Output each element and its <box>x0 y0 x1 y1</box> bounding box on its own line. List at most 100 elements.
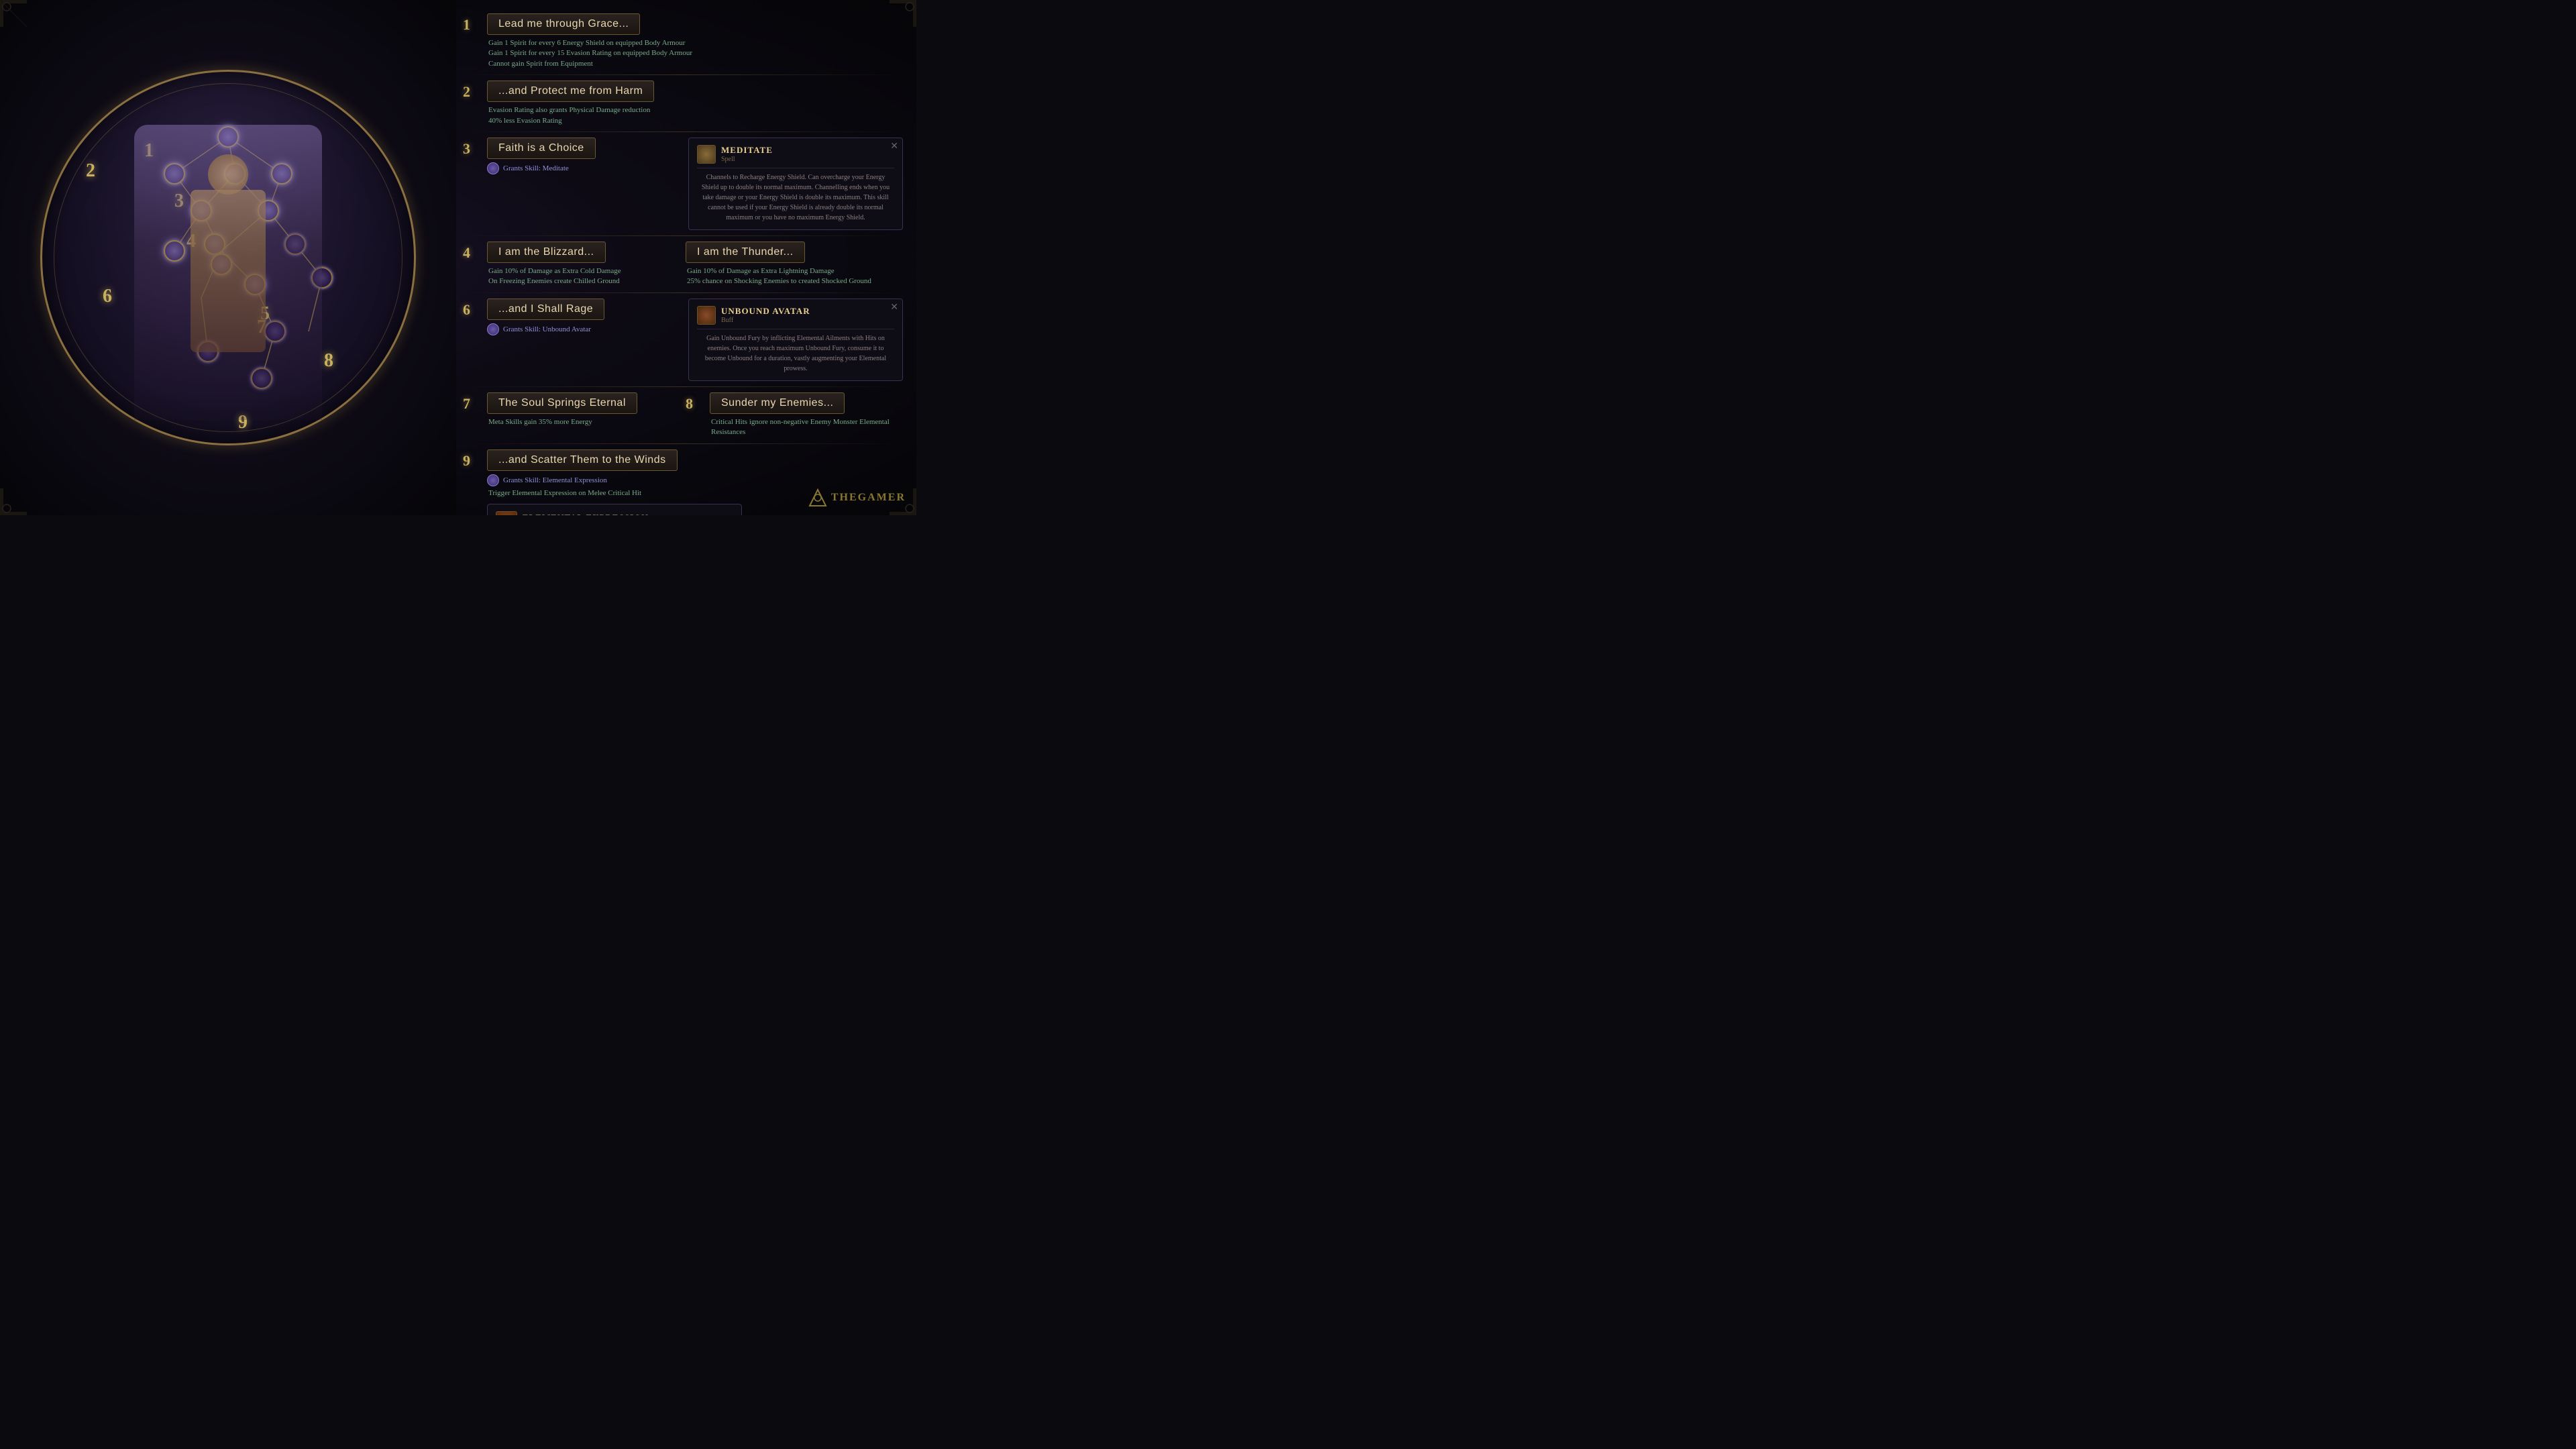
skill-desc-5-line1: Gain 10% of Damage as Extra Lightning Da… <box>687 266 903 276</box>
tooltip-title-area-6: Unbound Avatar Buff <box>721 306 810 324</box>
skill-tooltip-3: ✕ Meditate Spell Channels to Recharge En… <box>688 138 903 230</box>
skill-grant-label-9: Grants Skill: Elemental Expression <box>503 476 607 484</box>
tooltip-body-6: Gain Unbound Fury by inflicting Elementa… <box>697 333 894 374</box>
skill-number-1: 1 <box>463 16 482 34</box>
skill-desc-5-line2: 25% chance on Shocking Enemies to create… <box>687 276 903 286</box>
skill-grant-icon-3 <box>487 162 499 174</box>
skill-row-7-inner: 7 The Soul Springs Eternal Meta Skills g… <box>463 392 680 427</box>
skill-desc-7-line1: Meta Skills gain 35% more Energy <box>488 417 680 427</box>
skill-grant-label-6: Grants Skill: Unbound Avatar <box>503 325 591 333</box>
left-panel: 1 2 3 4 5 6 7 8 9 <box>0 0 456 515</box>
skill-content-8: Sunder my Enemies... Critical Hits ignor… <box>710 392 903 438</box>
skill-row-3: 3 Faith is a Choice Grants Skill: Medita… <box>463 138 903 230</box>
skill-row-8-wrap: 8 Sunder my Enemies... Critical Hits ign… <box>686 392 903 438</box>
skill-grant-icon-9 <box>487 474 499 486</box>
skill-content-2: ...and Protect me from Harm Evasion Rati… <box>487 80 903 126</box>
skill-button-7[interactable]: The Soul Springs Eternal <box>487 392 637 414</box>
skill-button-8[interactable]: Sunder my Enemies... <box>710 392 845 414</box>
skill-grant-icon-6 <box>487 323 499 335</box>
skill-content-7: The Soul Springs Eternal Meta Skills gai… <box>487 392 680 427</box>
skill-row-2: 2 ...and Protect me from Harm Evasion Ra… <box>463 80 903 126</box>
tooltip-title-9: Elemental Expression <box>523 513 649 515</box>
skill-desc-2: Evasion Rating also grants Physical Dama… <box>487 105 903 126</box>
skill-row-4-inner: 4 I am the Blizzard... Gain 10% of Damag… <box>463 241 680 287</box>
skill-button-9[interactable]: ...and Scatter Them to the Winds <box>487 449 678 471</box>
tooltip-body-3: Channels to Recharge Energy Shield. Can … <box>697 172 894 223</box>
skill-left-6: ...and I Shall Rage Grants Skill: Unboun… <box>487 299 683 335</box>
tooltip-close-3[interactable]: ✕ <box>890 141 898 152</box>
skill-number-3: 3 <box>463 140 482 158</box>
watermark-logo <box>808 488 827 507</box>
divider-6 <box>463 443 903 444</box>
skill-content-4: I am the Blizzard... Gain 10% of Damage … <box>487 241 680 287</box>
tooltip-close-6[interactable]: ✕ <box>890 302 898 313</box>
corner-deco-tr <box>863 0 916 54</box>
skill-desc-8-line1: Critical Hits ignore non-negative Enemy … <box>711 417 903 438</box>
tooltip-icon-3 <box>697 145 716 164</box>
skill-button-6[interactable]: ...and I Shall Rage <box>487 299 604 320</box>
tooltip-icon-6 <box>697 306 716 325</box>
corner-deco-tl <box>0 0 54 54</box>
divider-1 <box>463 74 903 75</box>
skill-button-4[interactable]: I am the Blizzard... <box>487 241 606 263</box>
skill-content-1: Lead me through Grace... Gain 1 Spirit f… <box>487 13 903 69</box>
skill-row-6: 6 ...and I Shall Rage Grants Skill: Unbo… <box>463 299 903 381</box>
right-panel: 1 Lead me through Grace... Gain 1 Spirit… <box>456 0 916 515</box>
skill-tooltip-6: ✕ Unbound Avatar Buff Gain Unbound Fury … <box>688 299 903 381</box>
skill-desc-5: Gain 10% of Damage as Extra Lightning Da… <box>686 266 903 287</box>
skill-button-5[interactable]: I am the Thunder... <box>686 241 805 263</box>
skill-desc-1: Gain 1 Spirit for every 6 Energy Shield … <box>487 38 903 69</box>
corner-deco-bl <box>0 462 54 515</box>
skill-desc-1-line3: Cannot gain Spirit from Equipment <box>488 59 903 69</box>
skill-desc-4: Gain 10% of Damage as Extra Cold Damage … <box>487 266 680 287</box>
skill-desc-1-line2: Gain 1 Spirit for every 15 Evasion Ratin… <box>488 48 903 58</box>
skill-desc-1-line1: Gain 1 Spirit for every 6 Energy Shield … <box>488 38 903 48</box>
skill-row-8-inner: 8 Sunder my Enemies... Critical Hits ign… <box>686 392 903 438</box>
tooltip-header-9: Elemental Expression Spell <box>496 511 733 515</box>
skill-number-8: 8 <box>686 395 704 413</box>
tooltip-title-3: Meditate <box>721 145 773 156</box>
tooltip-type-3: Spell <box>721 156 773 163</box>
skill-content-6: ...and I Shall Rage Grants Skill: Unboun… <box>487 299 903 381</box>
skill-main-6: ...and I Shall Rage Grants Skill: Unboun… <box>487 299 903 381</box>
skill-grant-6: Grants Skill: Unbound Avatar <box>487 323 683 335</box>
skill-main-3: Faith is a Choice Grants Skill: Meditate… <box>487 138 903 230</box>
skill-desc-4-line2: On Freezing Enemies create Chilled Groun… <box>488 276 680 286</box>
watermark-text: THEGAMER <box>831 492 906 504</box>
skill-desc-2-line1: Evasion Rating also grants Physical Dama… <box>488 105 903 115</box>
skill-desc-2-line2: 40% less Evasion Rating <box>488 116 903 126</box>
skill-button-2[interactable]: ...and Protect me from Harm <box>487 80 654 102</box>
skill-row-1: 1 Lead me through Grace... Gain 1 Spirit… <box>463 13 903 69</box>
skill-tooltip-9: Elemental Expression Spell Creates a fie… <box>487 504 742 515</box>
tooltip-title-area-9: Elemental Expression Spell <box>523 513 649 515</box>
skill-row-45: 4 I am the Blizzard... Gain 10% of Damag… <box>463 241 903 287</box>
divider-5 <box>463 386 903 387</box>
skill-row-4: 4 I am the Blizzard... Gain 10% of Damag… <box>463 241 680 287</box>
skill-grant-label-3: Grants Skill: Meditate <box>503 164 569 172</box>
tooltip-header-6: Unbound Avatar Buff <box>697 306 894 329</box>
skill-number-7: 7 <box>463 395 482 413</box>
skill-row-7-wrap: 7 The Soul Springs Eternal Meta Skills g… <box>463 392 680 438</box>
skill-button-3[interactable]: Faith is a Choice <box>487 138 596 159</box>
tooltip-header-3: Meditate Spell <box>697 145 894 168</box>
skill-row-78: 7 The Soul Springs Eternal Meta Skills g… <box>463 392 903 438</box>
watermark: THEGAMER <box>808 488 906 507</box>
skill-row-5: I am the Thunder... Gain 10% of Damage a… <box>686 241 903 287</box>
skill-grant-3: Grants Skill: Meditate <box>487 162 683 174</box>
tooltip-icon-9 <box>496 511 517 515</box>
skill-grant-9: Grants Skill: Elemental Expression <box>487 474 903 486</box>
skill-desc-7: Meta Skills gain 35% more Energy <box>487 417 680 427</box>
divider-3 <box>463 235 903 236</box>
skill-number-2: 2 <box>463 83 482 101</box>
skill-number-6: 6 <box>463 301 482 319</box>
divider-4 <box>463 292 903 293</box>
skill-number-9: 9 <box>463 452 482 470</box>
skill-left-3: Faith is a Choice Grants Skill: Meditate <box>487 138 683 174</box>
tooltip-type-6: Buff <box>721 317 810 324</box>
character-figure <box>134 125 322 420</box>
divider-2 <box>463 131 903 132</box>
skill-desc-4-line1: Gain 10% of Damage as Extra Cold Damage <box>488 266 680 276</box>
tooltip-title-6: Unbound Avatar <box>721 306 810 317</box>
skill-button-1[interactable]: Lead me through Grace... <box>487 13 640 35</box>
tooltip-title-area-3: Meditate Spell <box>721 145 773 163</box>
